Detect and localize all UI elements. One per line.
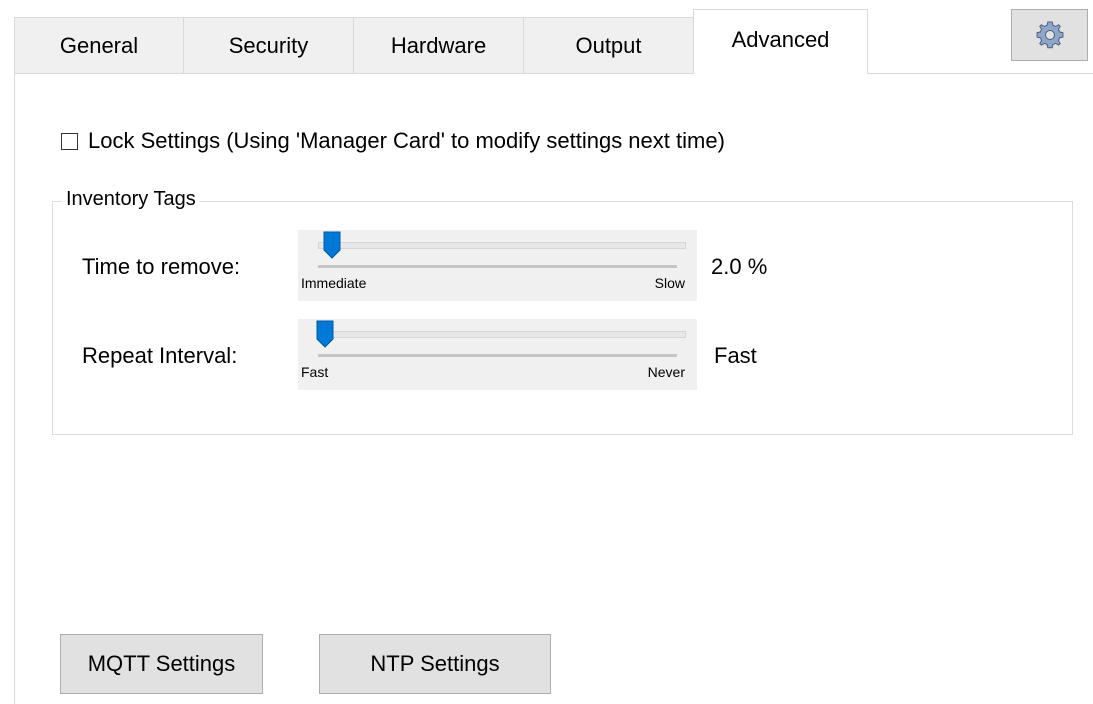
ntp-settings-button[interactable]: NTP Settings — [319, 634, 551, 694]
slider-max-label: Never — [647, 364, 685, 380]
repeat-interval-slider[interactable]: Fast Never — [298, 319, 697, 390]
time-to-remove-label: Time to remove: — [82, 254, 241, 279]
tab-advanced-label: Advanced — [731, 27, 830, 52]
tab-general-label: General — [59, 32, 139, 58]
tab-security-label: Security — [228, 32, 309, 58]
time-to-remove-slider[interactable]: Immediate Slow — [298, 230, 697, 301]
settings-window: General Security Hardware Output Advance… — [0, 0, 1093, 704]
slider-thumb[interactable] — [323, 231, 341, 259]
panel-border — [14, 73, 15, 704]
lock-settings-row[interactable]: Lock Settings (Using 'Manager Card' to m… — [61, 128, 725, 154]
mqtt-settings-button[interactable]: MQTT Settings — [60, 634, 263, 694]
tab-output-label: Output — [575, 32, 642, 58]
slider-min-label: Fast — [301, 364, 329, 380]
tab-strip: General Security Hardware Output Advance… — [0, 0, 1093, 74]
repeat-interval-value: Fast — [714, 343, 757, 368]
settings-button[interactable] — [1011, 9, 1088, 61]
tab-general[interactable]: General — [14, 17, 184, 73]
inventory-tags-title: Inventory Tags — [62, 188, 200, 211]
tab-advanced[interactable]: Advanced — [693, 9, 868, 74]
slider-max-label: Slow — [654, 275, 685, 291]
slider-tick-line — [318, 265, 677, 268]
slider-thumb[interactable] — [316, 320, 334, 348]
gear-icon — [1036, 21, 1063, 49]
tab-output[interactable]: Output — [523, 17, 694, 73]
slider-min-label: Immediate — [301, 275, 367, 291]
tab-security[interactable]: Security — [183, 17, 354, 73]
slider-tick-line — [318, 354, 677, 357]
lock-settings-label: Lock Settings (Using 'Manager Card' to m… — [88, 128, 725, 153]
tab-hardware[interactable]: Hardware — [353, 17, 524, 73]
slider-channel — [318, 242, 686, 249]
lock-settings-checkbox[interactable] — [61, 132, 78, 150]
tab-strip-divider — [14, 73, 1093, 74]
time-to-remove-value: 2.0 % — [711, 254, 768, 279]
slider-channel — [318, 331, 686, 338]
tab-hardware-label: Hardware — [390, 32, 487, 58]
repeat-interval-label: Repeat Interval: — [82, 343, 238, 368]
